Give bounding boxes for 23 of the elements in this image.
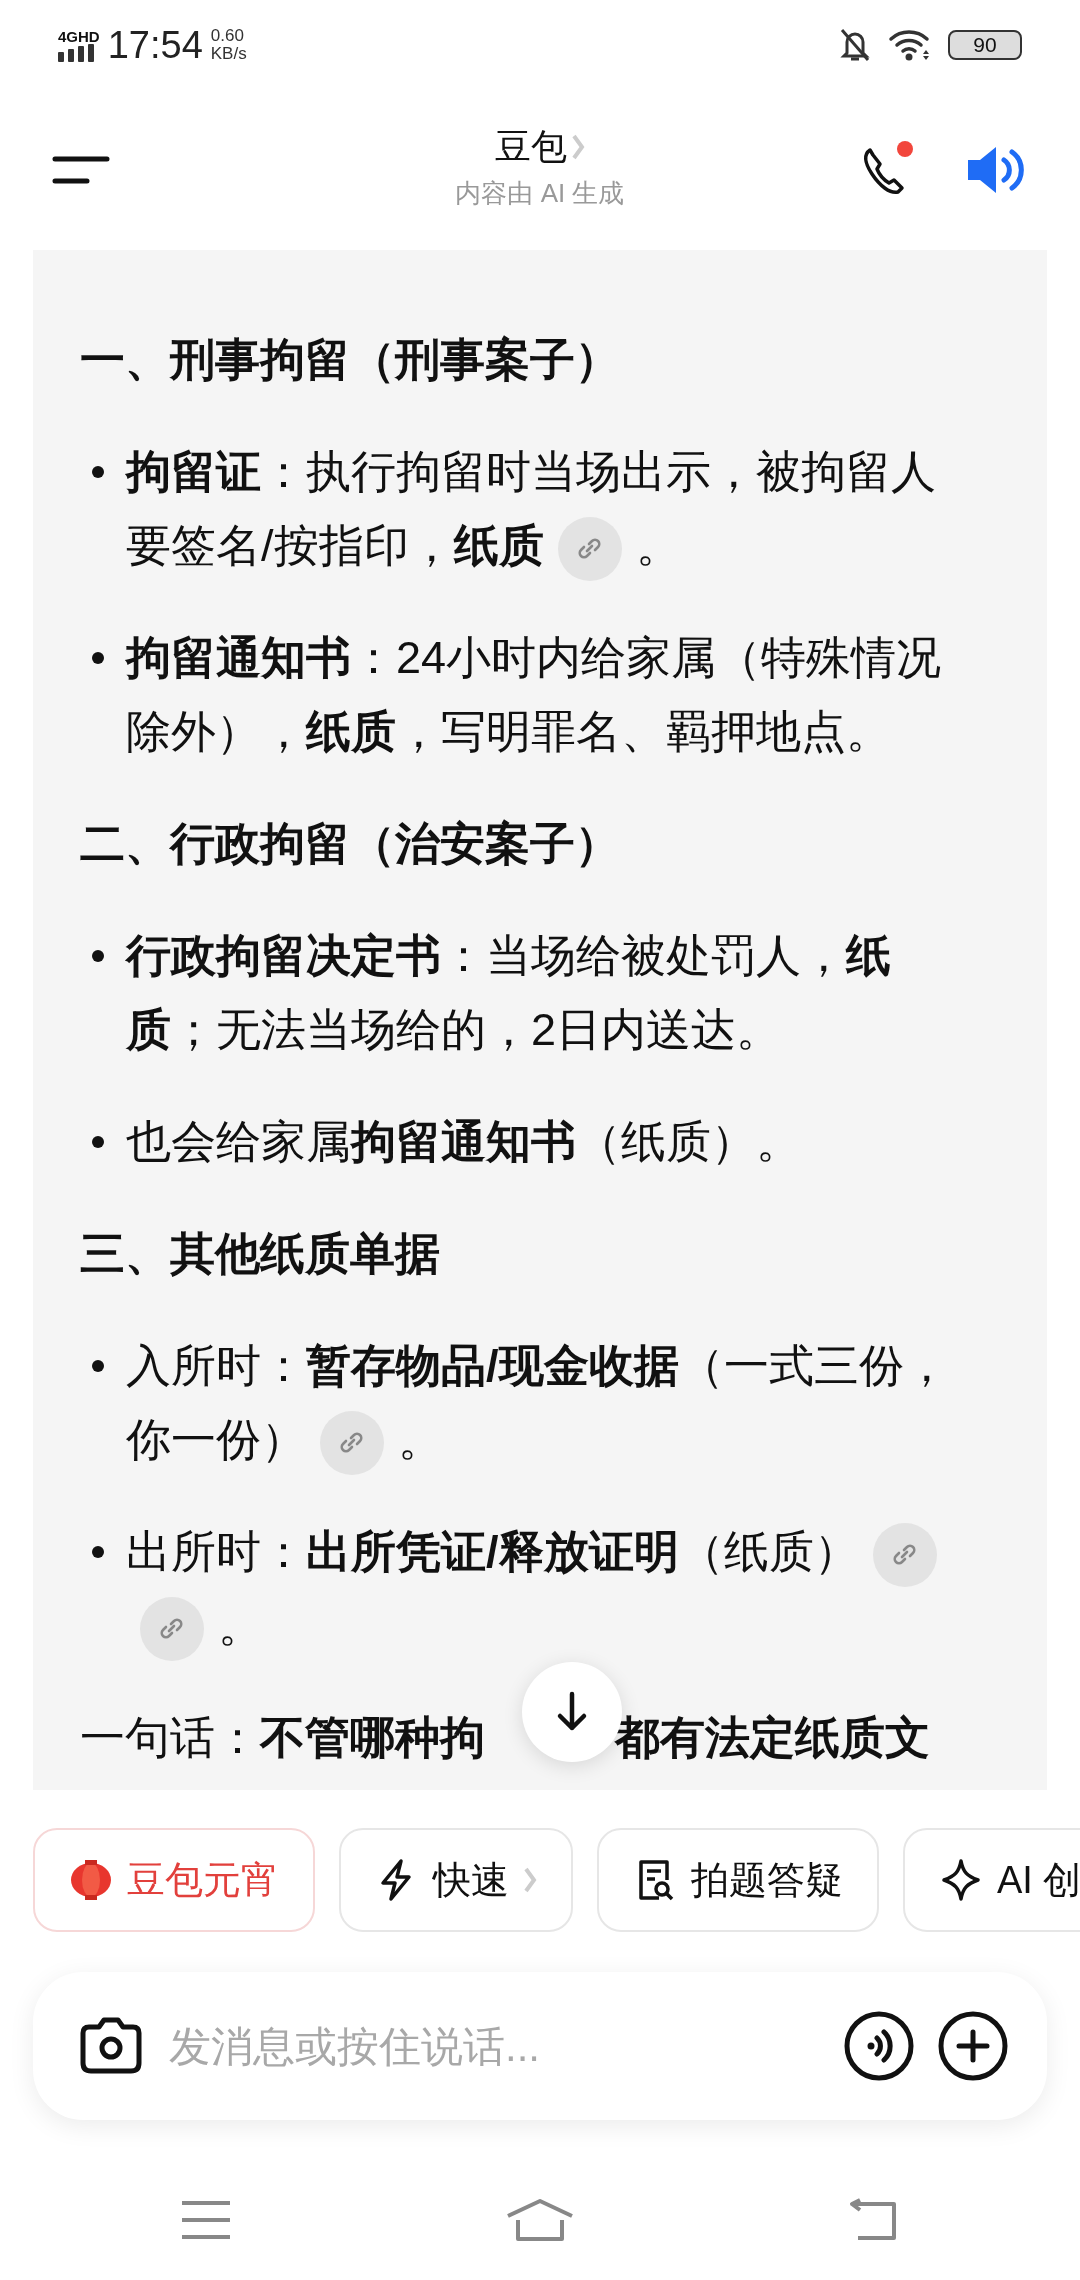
list-item-text: 拘留证：执行拘留时当场出示，被拘留人要签名/按指印，纸质 。 [126,435,980,583]
message-input[interactable]: 发消息或按住说话... [167,2013,821,2079]
chat-title: 豆包 [495,125,567,169]
ai-disclaimer: 内容由 AI 生成 [454,177,626,210]
clock-time: 17:54 [107,22,203,68]
list-item-text: 拘留通知书：24小时内给家属（特殊情况除外），纸质，写明罪名、羁押地点。 [126,631,943,759]
list-item-text: 行政拘留决定书：当场给被处罚人，纸质；无法当场给的，2日内送达。 [126,929,892,1057]
shortcut-chip[interactable]: AI 创 [903,1828,1080,1932]
section-heading: 一、刑事拘留（刑事案子） [80,333,621,387]
message-text: 一句话：不管哪种拘 [80,1711,485,1765]
section-heading: 三、其他纸质单据 [80,1227,441,1281]
list-item-text: 入所时：暂存物品/现金收据（一式三份，你一份） 。 [126,1329,980,1477]
message-text: 都有法定纸质文 [615,1711,930,1765]
list-item-text: 也会给家属拘留通知书（纸质）。 [126,1115,801,1169]
section-heading: 二、行政拘留（治安案子） [80,817,621,871]
shortcut-chip[interactable]: 豆包元宵 [33,1828,315,1932]
speed-unit: KB/s [210,45,247,63]
shortcut-chip[interactable]: 拍题答疑 [597,1828,879,1932]
shortcut-chip[interactable]: 快速 [339,1828,573,1932]
network-speed: 0.60 [210,27,245,45]
battery-level: 90 [948,30,1022,60]
network-label: 4GHD [58,28,100,44]
list-item-text: 出所时：出所凭证/释放证明（纸质） 。 [126,1515,980,1663]
